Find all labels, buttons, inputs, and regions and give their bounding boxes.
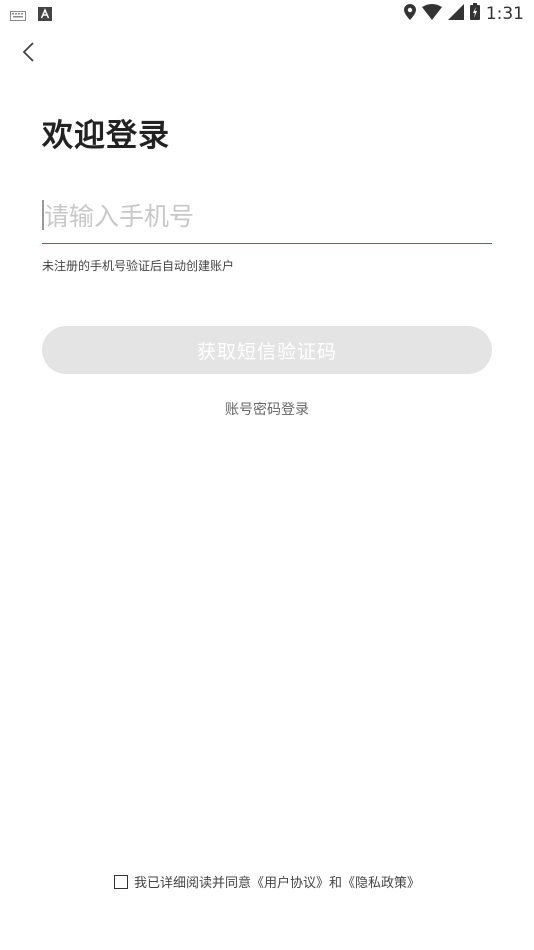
status-right: 1:31	[403, 3, 524, 24]
back-button[interactable]	[14, 40, 42, 68]
status-left	[10, 6, 52, 25]
signal-icon	[447, 3, 464, 24]
phone-input[interactable]	[42, 194, 492, 238]
agreement-prefix: 我已详细阅读并同意	[133, 876, 251, 891]
user-agreement-link[interactable]: 《用户协议》	[251, 876, 329, 891]
battery-icon	[469, 3, 480, 24]
chevron-left-icon	[21, 41, 35, 67]
location-icon	[403, 3, 416, 24]
register-hint: 未注册的手机号验证后自动创建账户	[42, 259, 235, 273]
agreement-checkbox[interactable]	[113, 874, 128, 889]
wifi-icon	[421, 3, 442, 24]
page-title: 欢迎登录	[42, 118, 170, 154]
text-caret	[42, 200, 44, 230]
keyboard-icon	[10, 6, 26, 25]
status-bar: 1:31	[0, 0, 534, 28]
phone-field[interactable]	[42, 194, 492, 244]
agreement-text: 我已详细阅读并同意《用户协议》和《隐私政策》	[134, 872, 420, 891]
password-login-link[interactable]: 账号密码登录	[0, 399, 534, 419]
get-sms-code-button[interactable]: 获取短信验证码	[42, 326, 492, 374]
agreement-conjunction: 和	[329, 876, 343, 891]
a-badge-icon	[38, 6, 52, 25]
privacy-policy-link[interactable]: 《隐私政策》	[342, 876, 420, 891]
agreement-row: 我已详细阅读并同意《用户协议》和《隐私政策》	[0, 872, 534, 891]
status-time: 1:31	[485, 3, 524, 24]
